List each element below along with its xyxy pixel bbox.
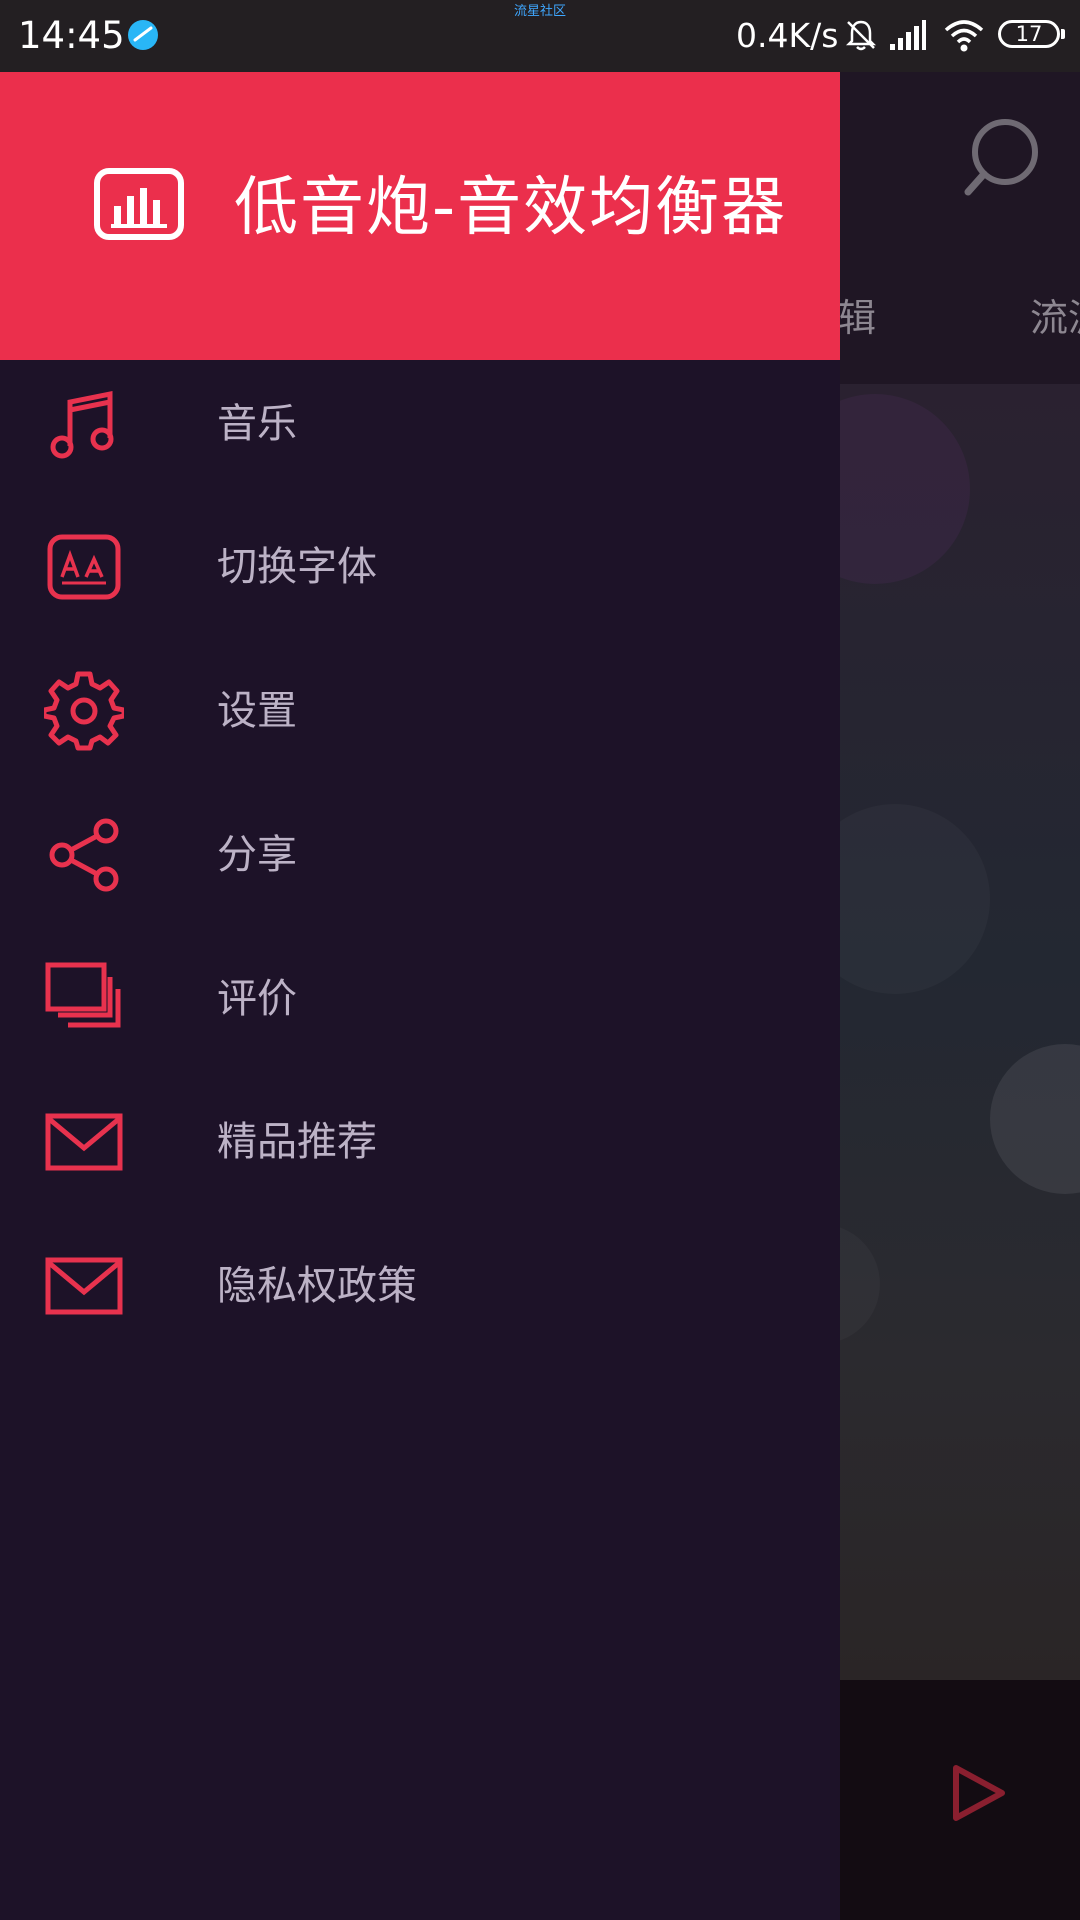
mail-icon [45, 1257, 123, 1315]
share-icon [49, 818, 119, 892]
menu-label: 分享 [217, 832, 297, 878]
font-icon [47, 534, 121, 600]
menu-label: 设置 [217, 688, 297, 734]
play-icon[interactable] [950, 1762, 1008, 1824]
signal-icon [890, 20, 926, 50]
menu-item-font[interactable]: 切换字体 [0, 503, 840, 623]
equalizer-icon [94, 168, 184, 240]
drawer-header: 低音炮-音效均衡器 [0, 72, 840, 360]
mail-icon [45, 1113, 123, 1171]
menu-item-share[interactable]: 分享 [0, 791, 840, 911]
stack-icon [45, 962, 121, 1028]
menu-item-rate[interactable]: 评价 [0, 935, 840, 1055]
network-speed: 0.4K/s [736, 16, 839, 55]
menu-item-music[interactable]: 音乐 [0, 360, 840, 480]
app-notification-icon [128, 20, 158, 50]
menu-item-recommend[interactable]: 精品推荐 [0, 1078, 840, 1198]
tab-genre[interactable]: 流派 [1030, 287, 1080, 342]
status-time: 14:45 [18, 14, 125, 57]
menu-item-settings[interactable]: 设置 [0, 647, 840, 767]
menu-label: 隐私权政策 [217, 1263, 417, 1309]
app-title: 低音炮-音效均衡器 [234, 171, 788, 245]
menu-label: 评价 [217, 976, 297, 1022]
menu-label: 精品推荐 [217, 1119, 377, 1165]
menu-label: 音乐 [217, 401, 297, 447]
music-note-icon [50, 390, 114, 459]
navigation-drawer: 低音炮-音效均衡器 音乐 切换字体 设置 分享 评价 精品推荐 隐私权政策 [0, 72, 840, 1920]
mute-bell-icon [845, 20, 877, 51]
battery-icon: 17 [998, 20, 1065, 48]
menu-item-privacy-policy[interactable]: 隐私权政策 [0, 1222, 840, 1342]
status-bar: 流星社区 14:45 0.4K/s 17 [0, 0, 1080, 72]
wifi-icon [944, 20, 984, 52]
gear-icon [44, 671, 124, 751]
search-icon[interactable] [960, 112, 1050, 202]
menu-label: 切换字体 [217, 544, 377, 590]
